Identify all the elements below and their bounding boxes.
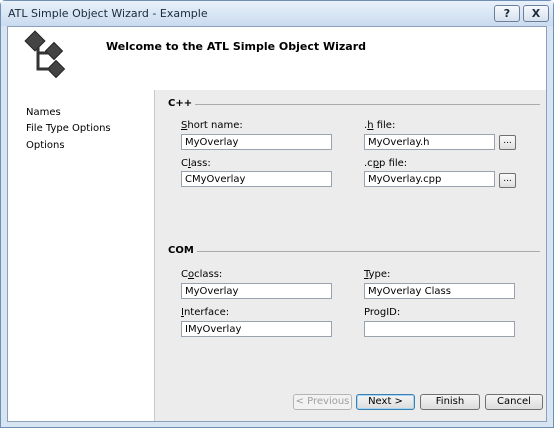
window-title: ATL Simple Object Wizard - Example xyxy=(8,7,208,20)
class-label: Class: xyxy=(181,158,211,169)
interface-input[interactable]: IMyOverlay xyxy=(181,321,332,337)
interface-label: Interface: xyxy=(181,307,230,318)
wizard-content: C++ Short name: MyOverlay .h file: MyOve… xyxy=(154,90,546,421)
title-bar[interactable]: ATL Simple Object Wizard - Example ? X xyxy=(1,1,553,26)
finish-button[interactable]: Finish xyxy=(420,394,480,410)
wizard-header: Welcome to the ATL Simple Object Wizard xyxy=(8,27,546,90)
coclass-input[interactable]: MyOverlay xyxy=(181,283,332,299)
close-button[interactable]: X xyxy=(523,5,549,22)
cancel-button[interactable]: Cancel xyxy=(485,394,543,410)
short-name-label: Short name: xyxy=(181,120,243,131)
wizard-window: ATL Simple Object Wizard - Example ? X W… xyxy=(0,0,554,428)
h-file-label: .h file: xyxy=(364,120,396,131)
type-input[interactable]: MyOverlay Class xyxy=(364,283,515,299)
com-group-divider xyxy=(197,251,540,252)
h-file-browse-button[interactable]: ... xyxy=(499,135,516,150)
progid-label: ProgID: xyxy=(364,307,401,318)
nav-item-names[interactable]: Names xyxy=(26,107,61,118)
atl-wizard-logo-icon xyxy=(24,30,66,79)
wizard-nav: Names File Type Options Options xyxy=(8,90,154,421)
h-file-input[interactable]: MyOverlay.h xyxy=(364,134,495,150)
nav-item-options[interactable]: Options xyxy=(26,140,65,151)
help-button[interactable]: ? xyxy=(494,5,520,22)
type-label: Type: xyxy=(364,269,391,280)
next-button[interactable]: Next > xyxy=(356,394,415,410)
cpp-group-title: C++ xyxy=(168,98,193,109)
cpp-group-divider xyxy=(195,104,540,105)
progid-input[interactable] xyxy=(364,321,515,337)
nav-item-file-type-options[interactable]: File Type Options xyxy=(26,123,111,134)
cpp-file-browse-button[interactable]: ... xyxy=(499,173,516,188)
cpp-file-input[interactable]: MyOverlay.cpp xyxy=(364,171,495,187)
short-name-input[interactable]: MyOverlay xyxy=(181,134,332,150)
coclass-label: Coclass: xyxy=(181,269,223,280)
page-title: Welcome to the ATL Simple Object Wizard xyxy=(106,40,367,53)
wizard-client-area: Welcome to the ATL Simple Object Wizard … xyxy=(7,26,547,422)
cpp-file-label: .cpp file: xyxy=(364,158,408,169)
previous-button[interactable]: < Previous xyxy=(293,394,352,410)
com-group-title: COM xyxy=(168,245,194,256)
class-input[interactable]: CMyOverlay xyxy=(181,171,332,187)
